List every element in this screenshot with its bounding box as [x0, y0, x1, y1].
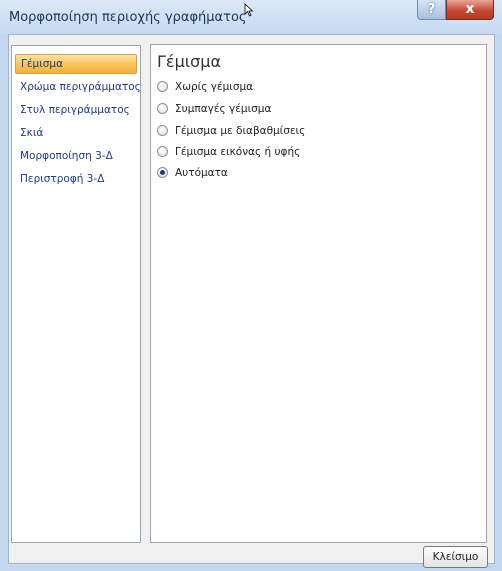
close-button[interactable]: Κλείσιμο: [423, 546, 488, 568]
sidebar-item-shadow[interactable]: Σκιά: [15, 123, 137, 143]
option-label: Γέμισμα εικόνας ή υφής: [175, 146, 301, 158]
panel-title: Γέμισμα: [157, 52, 222, 71]
radio-button[interactable]: [157, 81, 168, 92]
sidebar-item-border-color[interactable]: Χρώμα περιγράμματος: [15, 77, 141, 97]
sidebar-item-3d-format[interactable]: Μορφοποίηση 3-Δ: [15, 146, 137, 166]
category-sidebar: Γέμισμα Χρώμα περιγράμματος Στυλ περιγρά…: [11, 45, 141, 543]
option-label: Αυτόματα: [175, 167, 228, 179]
help-button[interactable]: ?: [417, 0, 446, 20]
option-label: Γέμισμα με διαβαθμίσεις: [175, 125, 306, 137]
radio-button-selected[interactable]: [157, 167, 168, 178]
radio-button[interactable]: [157, 103, 168, 114]
sidebar-item-border-style[interactable]: Στυλ περιγράμματος: [15, 100, 137, 120]
sidebar-item-fill[interactable]: Γέμισμα: [15, 54, 137, 74]
option-label: Χωρίς γέμισμα: [175, 81, 254, 93]
fill-settings-panel: [150, 44, 487, 543]
title-bar[interactable]: Μορφοποίηση περιοχής γραφήματος ? x: [0, 0, 502, 34]
option-label: Συμπαγές γέμισμα: [175, 103, 272, 115]
window-close-button[interactable]: x: [446, 0, 494, 20]
radio-button[interactable]: [157, 146, 168, 157]
format-chart-area-dialog: Μορφοποίηση περιοχής γραφήματος ? x Γέμι…: [0, 0, 502, 571]
dialog-title: Μορφοποίηση περιοχής γραφήματος: [9, 10, 247, 25]
sidebar-item-3d-rotation[interactable]: Περιστροφή 3-Δ: [15, 169, 137, 189]
mouse-cursor-icon: [244, 3, 254, 17]
radio-button[interactable]: [157, 125, 168, 136]
